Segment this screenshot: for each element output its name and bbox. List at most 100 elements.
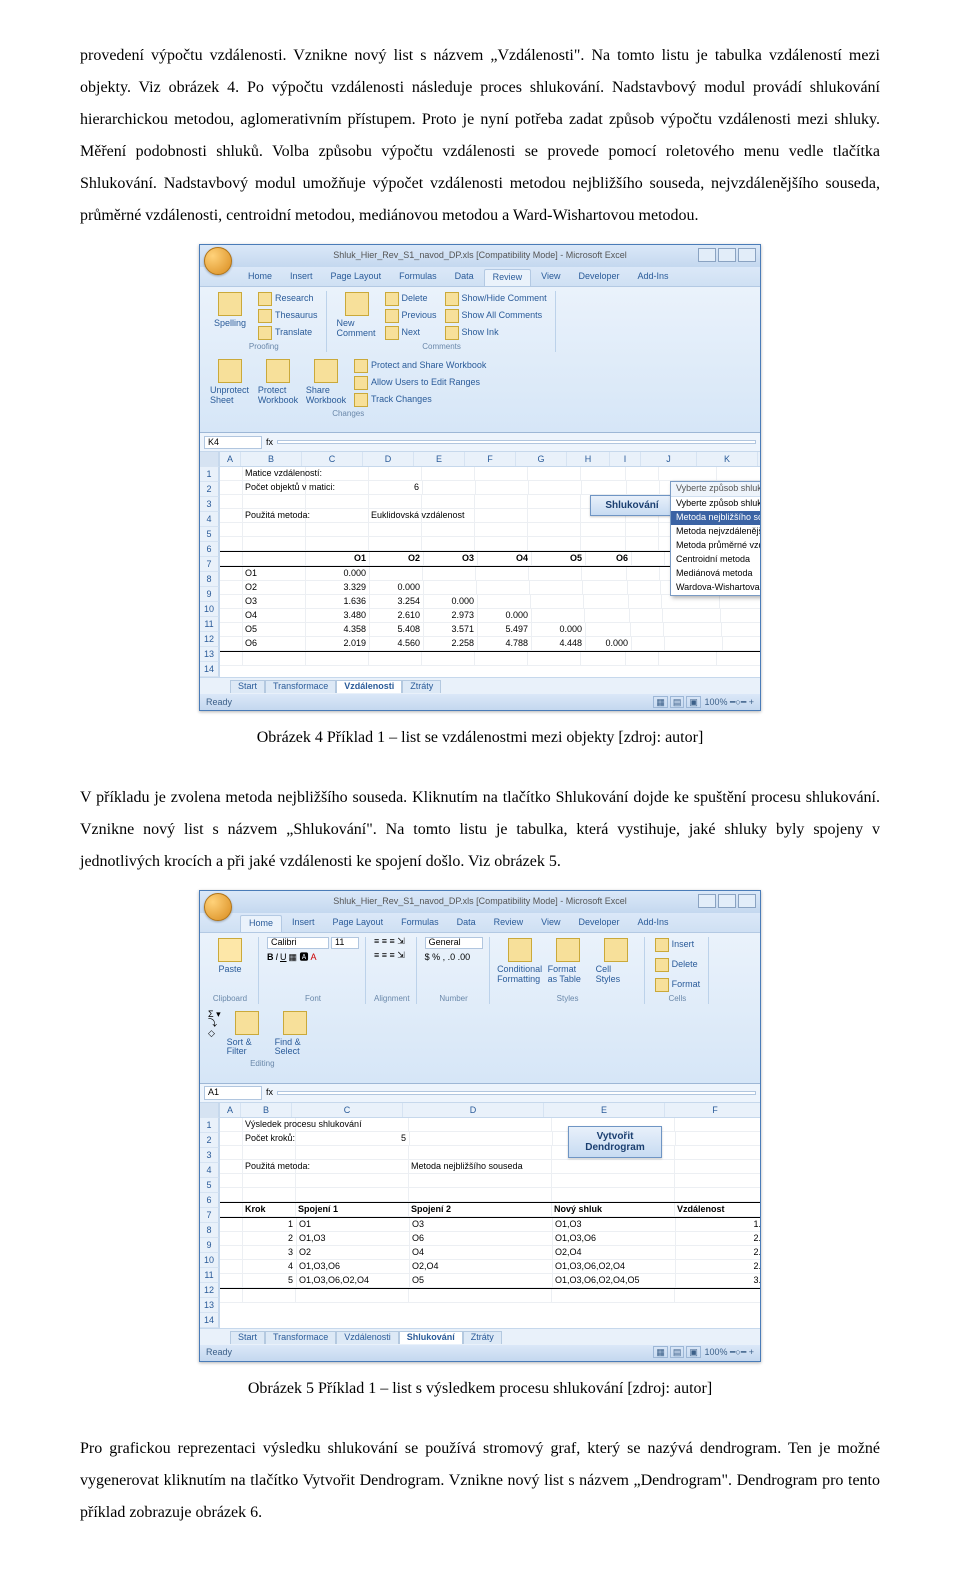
insert-button[interactable]: Insert xyxy=(653,937,703,953)
cond-format-button[interactable]: Conditional Formatting xyxy=(498,937,542,986)
delete-comment-button[interactable]: Delete xyxy=(383,291,439,307)
sheet-tabs: Start Transformace Vzdálenosti Ztráty xyxy=(200,677,760,694)
sheet-tab-ztraty[interactable]: Ztráty xyxy=(463,1331,502,1344)
group-font: Calibri 11 B I U ▦ 🅰 A Font xyxy=(265,937,366,1004)
tab-data[interactable]: Data xyxy=(447,269,482,286)
tab-home[interactable]: Home xyxy=(240,269,280,286)
paragraph-3: Pro grafickou reprezentaci výsledku shlu… xyxy=(80,1433,880,1529)
name-box[interactable]: K4 xyxy=(204,436,262,450)
grid: 1234567891011121314 ABCDEFGHIJKL Matice … xyxy=(200,452,760,677)
research-button[interactable]: Research xyxy=(256,291,320,307)
grid: 1234567891011121314 ABCDEF Výsledek proc… xyxy=(200,1103,760,1328)
tab-page-layout[interactable]: Page Layout xyxy=(323,269,390,286)
group-alignment: ≡ ≡ ≡ ⇲≡ ≡ ≡ ⇲ Alignment xyxy=(372,937,417,1004)
title-bar: Shluk_Hier_Rev_S1_navod_DP.xls [Compatib… xyxy=(200,245,760,267)
thesaurus-button[interactable]: Thesaurus xyxy=(256,308,320,324)
new-comment-button[interactable]: New Comment xyxy=(335,291,379,341)
find-select-button[interactable]: Find & Select xyxy=(273,1010,317,1059)
number-format[interactable]: General xyxy=(425,937,483,949)
column-headers: ABCDEFGHIJKL xyxy=(220,452,760,467)
group-editing: Σ ▾⤵◇ Sort & Filter Find & Select Editin… xyxy=(206,1010,323,1070)
window-controls[interactable] xyxy=(698,248,756,262)
share-workbook-button[interactable]: Share Workbook xyxy=(304,358,348,408)
name-box[interactable]: A1 xyxy=(204,1086,262,1100)
group-proofing: Spelling Research Thesaurus Translate Pr… xyxy=(206,291,327,352)
group-changes: Unprotect Sheet Protect Workbook Share W… xyxy=(206,358,494,419)
fx-icon[interactable]: fx xyxy=(266,438,273,448)
group-clipboard: Paste Clipboard xyxy=(206,937,259,1004)
group-comments: New Comment Delete Previous Next Show/Hi… xyxy=(333,291,556,352)
excel-screenshot-2: Shluk_Hier_Rev_S1_navod_DP.xls [Compatib… xyxy=(199,890,761,1362)
sheet-tab-shlukovani[interactable]: Shlukování xyxy=(399,1331,463,1344)
name-box-bar: K4 fx xyxy=(200,433,760,452)
sheet-tab-start[interactable]: Start xyxy=(230,680,265,693)
protect-share-button[interactable]: Protect and Share Workbook xyxy=(352,358,488,374)
formula-bar[interactable] xyxy=(277,440,756,444)
ribbon: Paste Clipboard Calibri 11 B I U ▦ 🅰 A F… xyxy=(200,933,760,1084)
formula-bar[interactable] xyxy=(277,1091,756,1095)
unprotect-sheet-button[interactable]: Unprotect Sheet xyxy=(208,358,252,408)
ribbon: Spelling Research Thesaurus Translate Pr… xyxy=(200,287,760,434)
tab-developer[interactable]: Developer xyxy=(570,915,627,932)
tab-insert[interactable]: Insert xyxy=(282,269,321,286)
format-button[interactable]: Format xyxy=(653,977,703,993)
group-number: General $ % , .0 .00 Number xyxy=(423,937,490,1004)
figure-caption-5: Obrázek 5 Příklad 1 – list s výsledkem p… xyxy=(80,1378,880,1400)
tab-developer[interactable]: Developer xyxy=(570,269,627,286)
protect-workbook-button[interactable]: Protect Workbook xyxy=(256,358,300,408)
tab-page-layout[interactable]: Page Layout xyxy=(325,915,392,932)
sheet-tabs: Start Transformace Vzdálenosti Shlukován… xyxy=(200,1328,760,1345)
font-name[interactable]: Calibri xyxy=(267,937,329,949)
translate-button[interactable]: Translate xyxy=(256,325,320,341)
ribbon-tabs: Home Insert Page Layout Formulas Data Re… xyxy=(200,913,760,933)
tab-review[interactable]: Review xyxy=(486,915,532,932)
tab-data[interactable]: Data xyxy=(449,915,484,932)
sheet-tab-vzdalenosti[interactable]: Vzdálenosti xyxy=(336,680,402,693)
group-cells: Insert Delete Format Cells xyxy=(651,937,710,1004)
cluster-button[interactable]: Shlukování xyxy=(590,495,674,516)
showall-comments-button[interactable]: Show All Comments xyxy=(443,308,549,324)
name-box-bar: A1 fx xyxy=(200,1084,760,1103)
paragraph-1: provedení výpočtu vzdálenosti. Vznikne n… xyxy=(80,40,880,232)
sheet-tab-vzdalenosti[interactable]: Vzdálenosti xyxy=(336,1331,399,1344)
tab-insert[interactable]: Insert xyxy=(284,915,323,932)
paste-button[interactable]: Paste xyxy=(208,937,252,976)
window-controls[interactable] xyxy=(698,894,756,908)
prev-comment-button[interactable]: Previous xyxy=(383,308,439,324)
group-styles: Conditional Formatting Format as Table C… xyxy=(496,937,645,1004)
cluster-method-dropdown[interactable]: Vyberte způsob shlukování Vyberte způsob… xyxy=(670,481,760,595)
office-button[interactable] xyxy=(204,247,232,275)
paragraph-2: V příkladu je zvolena metoda nejbližšího… xyxy=(80,782,880,878)
row-headers: 1234567891011121314 xyxy=(200,1103,220,1328)
allow-edit-button[interactable]: Allow Users to Edit Ranges xyxy=(352,375,488,391)
show-ink-button[interactable]: Show Ink xyxy=(443,325,549,341)
window-title: Shluk_Hier_Rev_S1_navod_DP.xls [Compatib… xyxy=(333,251,626,261)
office-button[interactable] xyxy=(204,893,232,921)
tab-view[interactable]: View xyxy=(533,269,568,286)
tab-view[interactable]: View xyxy=(533,915,568,932)
tab-formulas[interactable]: Formulas xyxy=(391,269,445,286)
label-matrix-title: Matice vzdáleností: xyxy=(243,467,306,481)
next-comment-button[interactable]: Next xyxy=(383,325,439,341)
format-table-button[interactable]: Format as Table xyxy=(546,937,590,986)
fx-icon[interactable]: fx xyxy=(266,1088,273,1098)
spelling-button[interactable]: Spelling xyxy=(208,291,252,341)
tab-addins[interactable]: Add-Ins xyxy=(630,269,677,286)
status-bar: Ready ▦▤▣ 100% ━○━ + xyxy=(200,1345,760,1361)
sort-filter-button[interactable]: Sort & Filter xyxy=(225,1010,269,1059)
sheet-tab-start[interactable]: Start xyxy=(230,1331,265,1344)
sheet-tab-ztraty[interactable]: Ztráty xyxy=(402,680,441,693)
tab-formulas[interactable]: Formulas xyxy=(393,915,447,932)
sheet-tab-transformace[interactable]: Transformace xyxy=(265,1331,336,1344)
dendrogram-button[interactable]: Vytvořit Dendrogram xyxy=(568,1126,662,1158)
tab-addins[interactable]: Add-Ins xyxy=(630,915,677,932)
sheet-tab-transformace[interactable]: Transformace xyxy=(265,680,336,693)
delete-button[interactable]: Delete xyxy=(653,957,703,973)
tab-home[interactable]: Home xyxy=(240,915,282,932)
font-size[interactable]: 11 xyxy=(331,937,359,949)
track-changes-button[interactable]: Track Changes xyxy=(352,392,488,408)
column-headers: ABCDEF xyxy=(220,1103,760,1118)
cell-styles-button[interactable]: Cell Styles xyxy=(594,937,638,986)
showhide-comment-button[interactable]: Show/Hide Comment xyxy=(443,291,549,307)
tab-review[interactable]: Review xyxy=(484,269,532,286)
